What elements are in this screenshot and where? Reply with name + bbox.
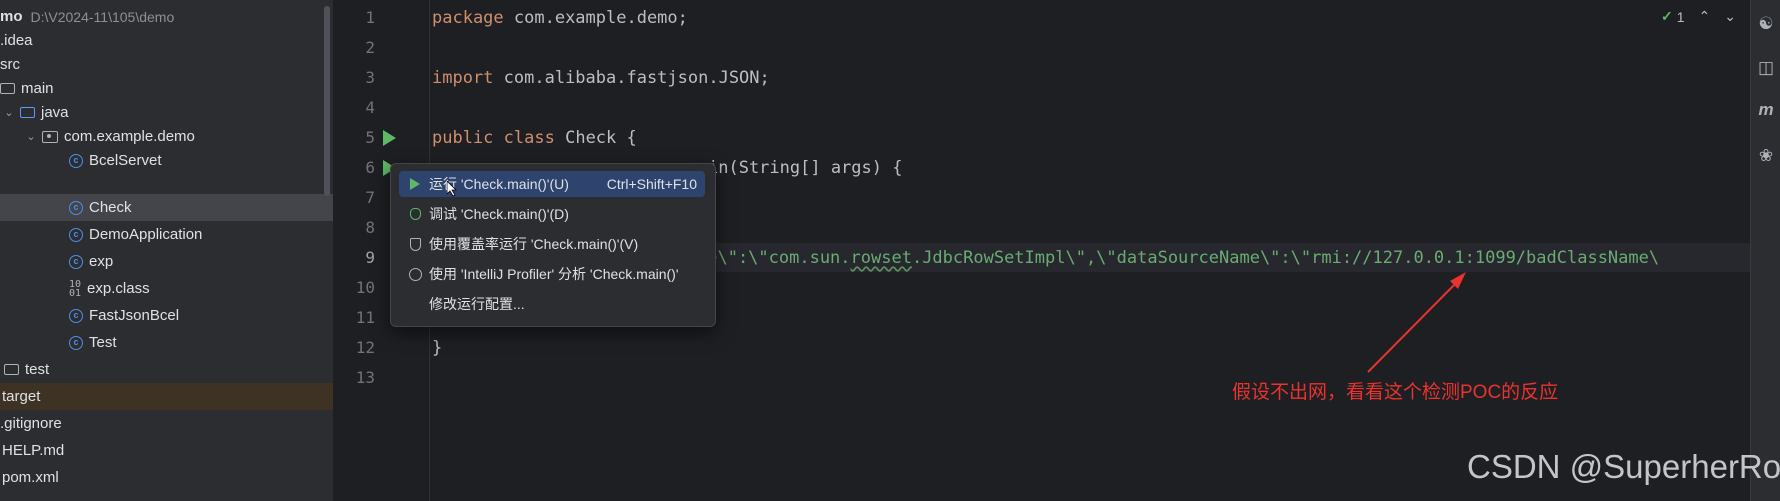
tree-item-label: Check	[89, 199, 132, 216]
tree-item-test-class[interactable]: c Test	[0, 329, 333, 356]
tree-item-package[interactable]: ⌄ com.example.demo	[0, 123, 333, 150]
tree-item-check[interactable]: c Check	[0, 194, 333, 221]
tree-item-gitignore[interactable]: .gitignore	[0, 410, 322, 437]
project-root-name: mo	[0, 8, 23, 25]
coverage-check-main-item[interactable]: 使用覆盖率运行 'Check.main()'(V)	[399, 231, 705, 257]
run-context-popup: 运行 'Check.main()'(U) Ctrl+Shift+F10 调试 '…	[390, 163, 716, 327]
line-number: 7	[365, 188, 375, 207]
tree-item-label: .idea	[0, 32, 33, 49]
class-icon: c	[69, 308, 83, 323]
line-number: 4	[365, 98, 375, 117]
modify-run-config-item[interactable]: 修改运行配置...	[399, 291, 705, 317]
tree-item-label: .gitignore	[0, 415, 62, 432]
tree-item-label: main	[21, 80, 54, 97]
tree-item-label: DemoApplication	[89, 226, 203, 243]
line-number: 1	[365, 8, 375, 27]
tree-item-test[interactable]: test	[0, 356, 326, 383]
line-number: 10	[355, 278, 375, 297]
chevron-down-icon[interactable]: ⌄	[2, 106, 16, 119]
tree-item-label: Test	[89, 334, 117, 351]
line-number: 6	[365, 158, 375, 177]
plugin-icon[interactable]: ❀	[1757, 146, 1775, 166]
right-tool-strip: ☯ ◫ m ❀	[1750, 0, 1780, 501]
tree-item-exp-class[interactable]: 10 01 exp.class	[0, 275, 333, 302]
watermark: CSDN @SuperherRo	[1467, 448, 1780, 485]
chevron-down-icon[interactable]: ⌄	[24, 130, 38, 143]
line-number: 9	[365, 248, 375, 267]
run-icon	[407, 178, 423, 190]
folder-icon	[0, 83, 15, 94]
tree-item-src[interactable]: src	[0, 51, 322, 78]
mouse-cursor-icon	[447, 181, 457, 197]
binary-file-icon: 10 01	[69, 278, 82, 299]
tree-item-help-md[interactable]: HELP.md	[0, 437, 322, 464]
class-icon: c	[69, 227, 83, 242]
tree-item-label: src	[0, 56, 20, 73]
debug-check-main-item[interactable]: 调试 'Check.main()'(D)	[399, 201, 705, 227]
tree-item-label: test	[25, 361, 50, 378]
tree-item-label: pom.xml	[2, 469, 59, 486]
tree-scrollbar[interactable]	[324, 6, 330, 196]
tree-item-idea[interactable]: .idea	[0, 27, 322, 54]
line-number: 11	[355, 308, 375, 327]
profiler-icon	[407, 267, 423, 281]
class-icon: c	[69, 200, 83, 215]
run-check-main-item[interactable]: 运行 'Check.main()'(U) Ctrl+Shift+F10	[399, 171, 705, 197]
menu-item-label: 使用 'IntelliJ Profiler' 分析 'Check.main()'	[429, 266, 679, 282]
tree-item-label: BcelServet	[89, 152, 162, 169]
line-number: 13	[355, 368, 375, 387]
tree-item-target[interactable]: target	[0, 383, 333, 410]
source-folder-icon	[20, 107, 35, 118]
tree-item-exp[interactable]: c exp	[0, 248, 333, 275]
tree-item-label: com.example.demo	[64, 128, 195, 145]
coverage-icon	[407, 237, 423, 251]
tree-item-pom-xml[interactable]: pom.xml	[0, 464, 322, 491]
menu-item-label: 调试 'Check.main()'(D)	[429, 206, 569, 222]
menu-item-shortcut: Ctrl+Shift+F10	[606, 176, 697, 192]
debug-icon	[407, 208, 423, 220]
project-tree: mo D:\V2024-11\105\demo .idea src main ⌄…	[0, 0, 333, 501]
run-class-gutter-icon[interactable]	[383, 130, 396, 146]
tree-item-label: HELP.md	[2, 442, 65, 459]
tree-item-main[interactable]: main	[0, 75, 322, 102]
tree-item-label: exp.class	[87, 280, 150, 297]
menu-item-label: 使用覆盖率运行 'Check.main()'(V)	[429, 236, 639, 252]
tree-item-bcelservet[interactable]: c BcelServet	[0, 147, 333, 174]
project-root[interactable]: mo D:\V2024-11\105\demo	[0, 3, 322, 30]
line-number: 3	[365, 68, 375, 87]
menu-item-label: 修改运行配置...	[429, 296, 525, 312]
line-number: 12	[355, 338, 375, 357]
line-number: 5	[365, 128, 375, 147]
project-root-path: D:\V2024-11\105\demo	[30, 8, 175, 25]
tree-item-label: FastJsonBcel	[89, 307, 180, 324]
database-icon[interactable]: ◫	[1757, 58, 1775, 78]
folder-icon	[4, 364, 19, 375]
class-icon: c	[69, 254, 83, 269]
ai-assistant-icon[interactable]: ☯	[1757, 14, 1775, 34]
tree-item-label: target	[2, 388, 41, 405]
line-number: 2	[365, 38, 375, 57]
maven-icon[interactable]: m	[1757, 100, 1775, 120]
tree-item-java[interactable]: ⌄ java	[0, 99, 324, 126]
tree-item-label: java	[41, 104, 69, 121]
class-icon: c	[69, 335, 83, 350]
package-icon	[42, 130, 58, 143]
line-number: 8	[365, 218, 375, 237]
tree-item-demoapplication[interactable]: c DemoApplication	[0, 221, 333, 248]
tree-item-fastjsonbcel[interactable]: c FastJsonBcel	[0, 302, 333, 329]
tree-item-label: exp	[89, 253, 114, 270]
annotation-text: 假设不出网，看看这个检测POC的反应	[1232, 382, 1559, 403]
profile-check-main-item[interactable]: 使用 'IntelliJ Profiler' 分析 'Check.main()'	[399, 261, 705, 287]
class-icon: c	[69, 153, 83, 168]
